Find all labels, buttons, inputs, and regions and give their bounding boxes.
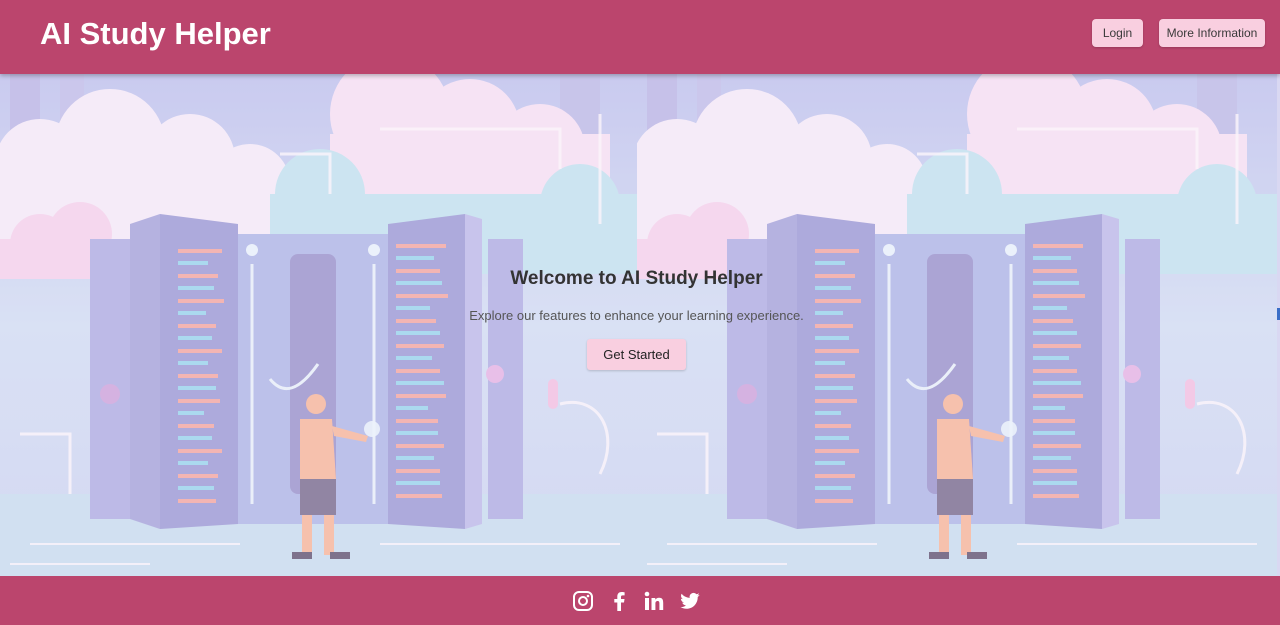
- more-information-button[interactable]: More Information: [1159, 19, 1265, 47]
- hero-subtitle: Explore our features to enhance your lea…: [469, 308, 804, 323]
- hero-title: Welcome to AI Study Helper: [510, 268, 763, 289]
- facebook-icon[interactable]: [608, 590, 630, 612]
- get-started-button[interactable]: Get Started: [587, 339, 686, 370]
- hero-section: Welcome to AI Study Helper Explore our f…: [0, 74, 1280, 576]
- brand-title: AI Study Helper: [40, 16, 271, 51]
- instagram-icon[interactable]: [572, 590, 594, 612]
- twitter-icon[interactable]: [679, 590, 701, 612]
- login-button[interactable]: Login: [1092, 19, 1143, 47]
- linkedin-icon[interactable]: [643, 590, 665, 612]
- hero-overlay: [0, 74, 1280, 576]
- site-footer: [0, 576, 1280, 625]
- site-header: AI Study Helper Login More Information: [0, 0, 1280, 74]
